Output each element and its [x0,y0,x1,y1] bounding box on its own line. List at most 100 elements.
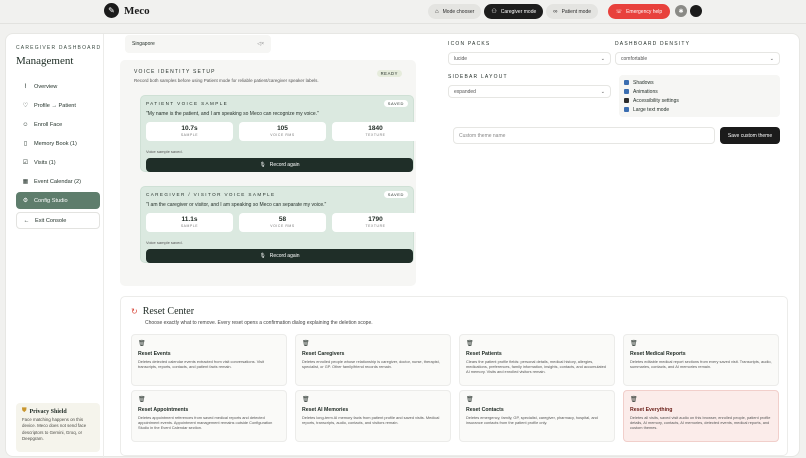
toggle-accessibility[interactable]: Accessibility settings [624,96,775,105]
sidebar-item-label: Event Calendar (2) [34,178,81,185]
chart-icon: ⌇ [24,84,27,90]
checkbox-checked[interactable] [624,107,629,112]
select-value: lucide [454,55,468,62]
card-title: Reset Events [138,351,171,357]
stat-card: 10.7s SAMPLE [146,122,233,141]
sample-stats: 10.7s SAMPLE 105 VOICE RMS 1840 TEXTURE [146,122,419,141]
reset-caregivers-card[interactable]: 🗑︎ Reset Caregivers Deletes enrolled peopl… [295,334,451,386]
stat-card: 58 VOICE RMS [239,213,326,232]
sidebar-item-enroll-face[interactable]: ☺ Enroll Face [16,116,100,133]
checkbox-checked[interactable] [624,89,629,94]
sidebar-item-config-studio[interactable]: ⚙ Config Studio [16,192,100,209]
sidebar: CAREGIVER DASHBOARD Management ⌇ Overview… [6,34,104,458]
card-title: Reset Caregivers [302,351,345,357]
speaker-muted-icon[interactable]: ◁× [257,41,264,47]
stat-value: 10.7s [181,125,198,132]
select-value: comfortable [621,55,648,62]
patient-voice-sample: PATIENT VOICE SAMPLE SAVED "My name is t… [140,95,419,172]
app-logo[interactable]: ✎ Meco [104,3,150,18]
sidebar-title: Management [16,55,74,67]
save-custom-theme-button[interactable]: Save custom theme [720,127,780,144]
mode-switcher: ⌂ Mode chooser ⚇ Caregiver mode ∞ Patient m… [428,4,599,19]
sidebar-layout-select[interactable]: expanded ⌄ [448,85,611,98]
stat-value: 11.1s [181,216,198,223]
density-select[interactable]: comfortable ⌄ [615,52,780,65]
stat-label: SAMPLE [180,224,199,228]
stat-label: VOICE RMS [270,133,295,137]
toggle-shadows[interactable]: Shadows [624,78,775,87]
card-desc: Deletes all visits, saved visit audio on… [630,415,771,430]
theme-toggle-icon[interactable] [690,5,702,17]
button-label: Record again [269,162,300,168]
microphone-icon: 🎙︎ [259,253,266,259]
stat-label: TEXTURE [365,224,386,228]
reset-medical-reports-card[interactable]: 🗑︎ Reset Medical Reports Deletes editable … [623,334,779,386]
reset-center-subtitle: Choose exactly what to remove. Every res… [145,320,373,326]
app-name: Meco [124,4,150,17]
console-frame: CAREGIVER DASHBOARD Management ⌇ Overview… [5,33,800,458]
trash-icon: 🗑︎ [138,397,146,403]
sidebar-item-label: Config Studio [34,197,68,204]
select-value: expanded [454,88,476,95]
stat-card: 105 VOICE RMS [239,122,326,141]
mode-chooser-button[interactable]: ⌂ Mode chooser [428,4,482,19]
card-desc: Deletes editable medical report sections… [630,359,772,369]
checkbox-unchecked[interactable] [624,98,629,103]
reset-everything-card[interactable]: 🗑︎ Reset Everything Deletes all visits, sa… [623,390,779,442]
patient-mode-button[interactable]: ∞ Patient mode [546,4,599,19]
face-icon: ☺ [22,121,29,128]
toggle-large-text[interactable]: Large text mode [624,105,775,114]
glasses-icon: ∞ [553,8,558,15]
calendar-icon: ▦ [22,179,29,185]
sidebar-item-overview[interactable]: ⌇ Overview [16,78,100,95]
reset-ai-memories-card[interactable]: 🗑︎ Reset AI Memories Deletes long-term AI … [295,390,451,442]
custom-theme-input[interactable]: Custom theme name [453,127,715,144]
sidebar-item-event-calendar[interactable]: ▦ Event Calendar (2) [16,173,100,190]
voice-identity-setup: VOICE IDENTITY SETUP Record both samples… [120,60,419,286]
reset-icon: ↻ [131,307,138,316]
card-desc: Clears the patient profile fields: perso… [466,359,606,374]
settings-icon[interactable]: ✱ [675,5,687,17]
reset-center-title: Reset Center [142,306,195,317]
reset-events-card[interactable]: 🗑︎ Reset Events Deletes detected calendar … [131,334,287,386]
card-title: Reset AI Memories [302,407,349,413]
sidebar-item-label: Enroll Face [34,121,63,128]
appearance-toggles: Shadows Animations Accessibility setting… [619,75,780,117]
trash-icon: 🗑︎ [302,341,310,347]
toggle-animations[interactable]: Animations [624,87,775,96]
icon-packs-label: ICON PACKS [448,41,491,47]
stat-value: 105 [277,125,288,132]
button-label: Record again [269,253,300,259]
card-desc: Deletes appointment references from save… [138,415,273,430]
toggle-label: Animations [633,88,658,95]
dashboard-density-label: DASHBOARD DENSITY [615,41,691,47]
trash-icon: 🗑︎ [138,341,146,347]
record-again-button[interactable]: 🎙︎ Record again [146,158,413,172]
sidebar-item-profile[interactable]: ♡ Profile → Patient [16,97,100,114]
checkbox-checked[interactable] [624,80,629,85]
stat-card: 1790 TEXTURE [332,213,419,232]
emergency-help-button[interactable]: ☏ Emergency help [608,4,670,19]
gear-icon: ⚙ [22,198,29,204]
reset-contacts-card[interactable]: 🗑︎ Reset Contacts Deletes emergency, famil… [459,390,615,442]
reset-patients-card[interactable]: 🗑︎ Reset Patients Clears the patient profi… [459,334,615,386]
sidebar-item-memory-book[interactable]: ▯ Memory Book (1) [16,135,100,152]
icon-packs-select[interactable]: lucide ⌄ [448,52,611,65]
sidebar-item-visits[interactable]: ☑ Visits (1) [16,154,100,171]
singapore-row[interactable]: Singapore ◁× [125,35,271,53]
card-desc: Deletes emergency, family, GP, specialis… [466,415,598,425]
emergency-label: Emergency help [626,8,663,15]
record-again-button[interactable]: 🎙︎ Record again [146,249,413,263]
privacy-text: Face matching happens on this device. Me… [22,417,87,442]
exit-label: Exit Console [35,217,67,224]
book-icon: ▯ [23,141,28,147]
trash-icon: 🗑︎ [466,341,474,347]
status-badge: SAVED [383,100,408,107]
caregiver-mode-button[interactable]: ⚇ Caregiver mode [484,4,544,19]
card-title: Reset Medical Reports [630,351,686,357]
trash-icon: 🗑︎ [302,397,310,403]
exit-console-button[interactable]: ← Exit Console [16,212,100,229]
card-title: Reset Patients [466,351,502,357]
arrow-left-icon: ← [23,217,30,224]
reset-appointments-card[interactable]: 🗑︎ Reset Appointments Deletes appointment … [131,390,287,442]
